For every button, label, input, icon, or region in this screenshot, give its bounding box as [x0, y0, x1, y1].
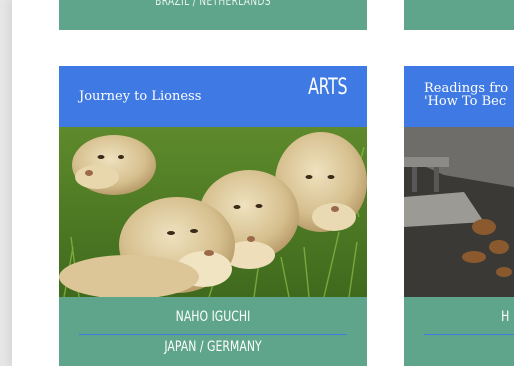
- footer-divider: [424, 334, 514, 335]
- card-journey-to-lioness[interactable]: Journey to Lioness ARTS NAHO IGUCHI JAPA…: [59, 66, 367, 366]
- artist-name: H: [501, 309, 510, 325]
- card-title: Journey to Lioness: [79, 89, 202, 104]
- readings-photo: [404, 127, 514, 297]
- lionesses-photo: [59, 127, 367, 297]
- card-previous-right[interactable]: [404, 0, 514, 30]
- card-footer: [404, 0, 514, 30]
- card-image: [404, 127, 514, 297]
- card-previous[interactable]: BRAZIL / NETHERLANDS: [59, 0, 367, 30]
- artist-location: BRAZIL / NETHERLANDS: [155, 0, 271, 8]
- card-title-line2: 'How To Bec: [424, 94, 507, 109]
- page: BRAZIL / NETHERLANDS Journey to Lioness …: [12, 0, 514, 366]
- artist-name: NAHO IGUCHI: [175, 309, 251, 325]
- card-footer: BRAZIL / NETHERLANDS: [59, 0, 367, 30]
- artist-location: JAPAN / GERMANY: [164, 339, 262, 355]
- card-header: Readings fro 'How To Bec: [404, 66, 514, 127]
- card-readings[interactable]: Readings fro 'How To Bec H: [404, 66, 514, 366]
- category-label: ARTS: [308, 75, 347, 100]
- card-image: [59, 127, 367, 297]
- card-header: Journey to Lioness ARTS: [59, 66, 367, 127]
- footer-divider: [79, 334, 347, 335]
- card-footer: NAHO IGUCHI JAPAN / GERMANY: [59, 297, 367, 366]
- card-footer: H: [404, 297, 514, 366]
